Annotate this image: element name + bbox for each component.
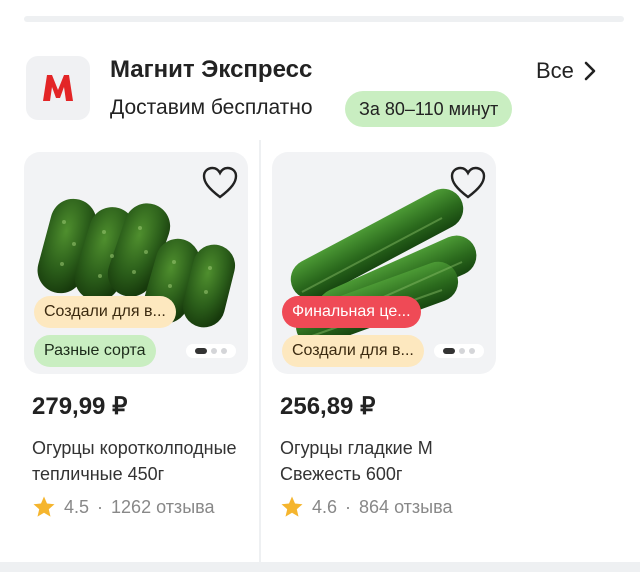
product-rating: 4.5 · 1262 отзыва xyxy=(24,495,248,519)
page-dot-active xyxy=(443,348,455,354)
magnit-logo-icon xyxy=(43,75,73,101)
column-divider xyxy=(259,140,261,562)
page-dot xyxy=(459,348,465,354)
product-price: 279,99 ₽ xyxy=(32,393,128,420)
review-count: 864 отзыва xyxy=(359,496,453,517)
bottom-divider xyxy=(0,562,640,572)
star-icon xyxy=(281,496,303,517)
product-image[interactable]: Финальная це... Создали для в... xyxy=(272,152,496,374)
top-divider xyxy=(24,16,624,22)
heart-icon[interactable] xyxy=(202,166,238,200)
product-card[interactable]: Финальная це... Создали для в... 256,89 … xyxy=(272,152,496,519)
variety-badge: Разные сорта xyxy=(34,335,156,367)
review-count: 1262 отзыва xyxy=(111,496,215,517)
product-title[interactable]: Огурцы коротколподные тепличные 450г xyxy=(24,435,248,487)
rating-separator: · xyxy=(97,496,104,517)
star-icon xyxy=(33,496,55,517)
delivery-time-badge: За 80–110 минут xyxy=(345,91,513,127)
image-pagination xyxy=(434,344,484,358)
page-dot xyxy=(211,348,217,354)
store-name[interactable]: Магнит Экспресс xyxy=(110,56,312,84)
product-card[interactable]: Создали для в... Разные сорта 279,99 ₽ О… xyxy=(24,152,248,519)
product-price: 256,89 ₽ xyxy=(280,393,376,420)
product-title[interactable]: Огурцы гладкие М Свежесть 600г xyxy=(272,435,496,487)
see-all-label: Все xyxy=(536,58,574,83)
product-rating: 4.6 · 864 отзыва xyxy=(272,495,496,519)
heart-icon[interactable] xyxy=(450,166,486,200)
product-image[interactable]: Создали для в... Разные сорта xyxy=(24,152,248,374)
image-pagination xyxy=(186,344,236,358)
see-all-link[interactable]: Все xyxy=(536,58,596,84)
rating-value: 4.5 xyxy=(64,496,90,517)
promo-badge: Создали для в... xyxy=(34,296,176,328)
promo-badge: Создали для в... xyxy=(282,335,424,367)
rating-separator: · xyxy=(345,496,352,517)
rating-value: 4.6 xyxy=(312,496,338,517)
chevron-right-icon xyxy=(584,61,596,81)
store-logo[interactable] xyxy=(26,56,90,120)
delivery-info: Доставим бесплатно xyxy=(110,96,313,119)
page-dot xyxy=(469,348,475,354)
page-dot-active xyxy=(195,348,207,354)
final-price-badge: Финальная це... xyxy=(282,296,421,328)
page-dot xyxy=(221,348,227,354)
